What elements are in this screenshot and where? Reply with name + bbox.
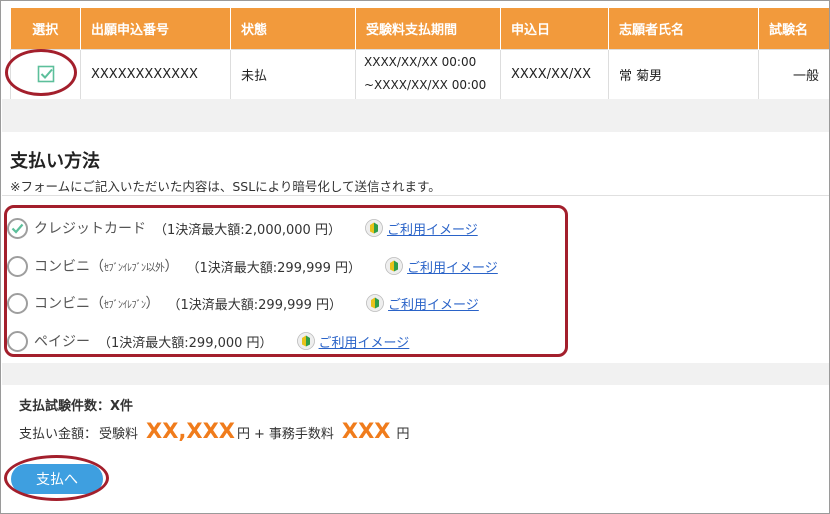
option-label: ペイジー bbox=[34, 334, 90, 350]
option-payeasy[interactable]: ペイジー （1決済最大額:299,000 円） ご利用イメージ bbox=[7, 329, 409, 353]
plus-sign: + bbox=[253, 427, 265, 442]
cell-applicant-name: 常 菊男 bbox=[608, 48, 759, 100]
option-limit: （1決済最大額:299,000 円） bbox=[98, 335, 273, 351]
usage-image-link[interactable]: ご利用イメージ bbox=[407, 257, 498, 276]
option-sub-label: ｾﾌﾞﾝｲﾚﾌﾞﾝ以外 bbox=[104, 262, 165, 274]
amount-label: 支払い金額： bbox=[19, 427, 98, 442]
option-suffix: ） bbox=[164, 259, 179, 275]
section-separator bbox=[2, 99, 829, 132]
select-cell bbox=[10, 48, 81, 100]
option-credit-card[interactable]: クレジットカード （1決済最大額:2,000,000 円） ご利用イメージ bbox=[7, 216, 478, 240]
table-row: XXXXXXXXXXXX 未払 XXXX/XX/XX 00:00 ~XXXX/X… bbox=[10, 48, 829, 100]
option-label: コンビニ（ bbox=[34, 259, 104, 275]
beginner-mark-icon bbox=[296, 332, 315, 350]
header-applied-date: 申込日 bbox=[500, 8, 609, 49]
header-exam-name: 試験名 bbox=[758, 8, 829, 49]
exam-fee-label: 受験料 bbox=[99, 427, 139, 442]
cell-exam-type: 一般 bbox=[758, 48, 829, 100]
fee-label: 事務手数料 bbox=[268, 427, 334, 442]
period-start: XXXX/XX/XX 00:00 bbox=[364, 55, 477, 69]
screenshot-frame: 選択 出願申込番号 状態 受験料支払期間 申込日 志願者氏名 試験名 XXXXX… bbox=[0, 0, 830, 514]
section-separator bbox=[2, 363, 829, 385]
header-application-no: 出願申込番号 bbox=[80, 8, 231, 49]
header-select: 選択 bbox=[10, 8, 81, 49]
select-checkbox[interactable] bbox=[37, 65, 55, 83]
usage-image-link[interactable]: ご利用イメージ bbox=[388, 294, 479, 313]
count-label: 支払試験件数： bbox=[19, 399, 111, 414]
option-sub-label: ｾﾌﾞﾝｲﾚﾌﾞﾝ bbox=[104, 299, 146, 311]
yen-unit: 円 bbox=[396, 427, 410, 442]
radio-unchecked-icon[interactable] bbox=[7, 292, 28, 314]
usage-image-link[interactable]: ご利用イメージ bbox=[319, 332, 410, 351]
option-suffix: ） bbox=[145, 296, 160, 312]
header-applicant-name: 志願者氏名 bbox=[608, 8, 759, 49]
exam-fee-value: XX,XXX bbox=[146, 419, 235, 443]
payment-amount: 支払い金額： 受験料 XX,XXX 円 + 事務手数料 XXX 円 bbox=[19, 419, 410, 443]
option-label: クレジットカード bbox=[34, 221, 146, 237]
beginner-mark-icon bbox=[385, 257, 403, 275]
radio-checked-icon[interactable] bbox=[7, 217, 28, 239]
payment-method-title: 支払い方法 bbox=[10, 151, 100, 172]
checkbox-checked-icon bbox=[37, 65, 54, 83]
option-limit: （1決済最大額:299,999 円） bbox=[186, 260, 362, 276]
pay-button[interactable]: 支払へ bbox=[11, 464, 103, 494]
option-convenience-other[interactable]: コンビニ（ ｾﾌﾞﾝｲﾚﾌﾞﾝ以外） （1決済最大額:299,999 円） ご利用… bbox=[7, 254, 498, 278]
cell-payment-period: XXXX/XX/XX 00:00 ~XXXX/XX/XX 00:00 bbox=[355, 48, 501, 100]
application-table: 選択 出願申込番号 状態 受験料支払期間 申込日 志願者氏名 試験名 XXXXX… bbox=[10, 8, 829, 100]
header-status: 状態 bbox=[230, 8, 356, 49]
option-label: コンビニ（ bbox=[34, 296, 104, 312]
count-value: X件 bbox=[110, 399, 134, 414]
fee-value: XXX bbox=[341, 419, 391, 443]
usage-image-link[interactable]: ご利用イメージ bbox=[387, 219, 478, 238]
period-end: ~XXXX/XX/XX 00:00 bbox=[364, 78, 487, 92]
beginner-mark-icon bbox=[365, 219, 383, 237]
option-convenience-seven[interactable]: コンビニ（ ｾﾌﾞﾝｲﾚﾌﾞﾝ） （1決済最大額:299,999 円） ご利用イメ… bbox=[7, 291, 479, 315]
ssl-note: ※フォームにご記入いただいた内容は、SSLにより暗号化して送信されます。 bbox=[10, 179, 441, 194]
divider bbox=[2, 195, 829, 196]
cell-application-no: XXXXXXXXXXXX bbox=[80, 48, 231, 100]
radio-unchecked-icon[interactable] bbox=[7, 330, 28, 352]
payment-count: 支払試験件数：X件 bbox=[19, 395, 133, 414]
beginner-mark-icon bbox=[366, 294, 384, 312]
cell-applied-date: XXXX/XX/XX bbox=[500, 48, 609, 100]
cell-status: 未払 bbox=[230, 48, 356, 100]
option-limit: （1決済最大額:2,000,000 円） bbox=[154, 222, 341, 238]
option-limit: （1決済最大額:299,999 円） bbox=[167, 297, 343, 313]
header-payment-period: 受験料支払期間 bbox=[355, 8, 501, 49]
table-header-row: 選択 出願申込番号 状態 受験料支払期間 申込日 志願者氏名 試験名 bbox=[10, 8, 829, 49]
yen-unit: 円 bbox=[236, 427, 250, 442]
radio-unchecked-icon[interactable] bbox=[7, 255, 28, 277]
